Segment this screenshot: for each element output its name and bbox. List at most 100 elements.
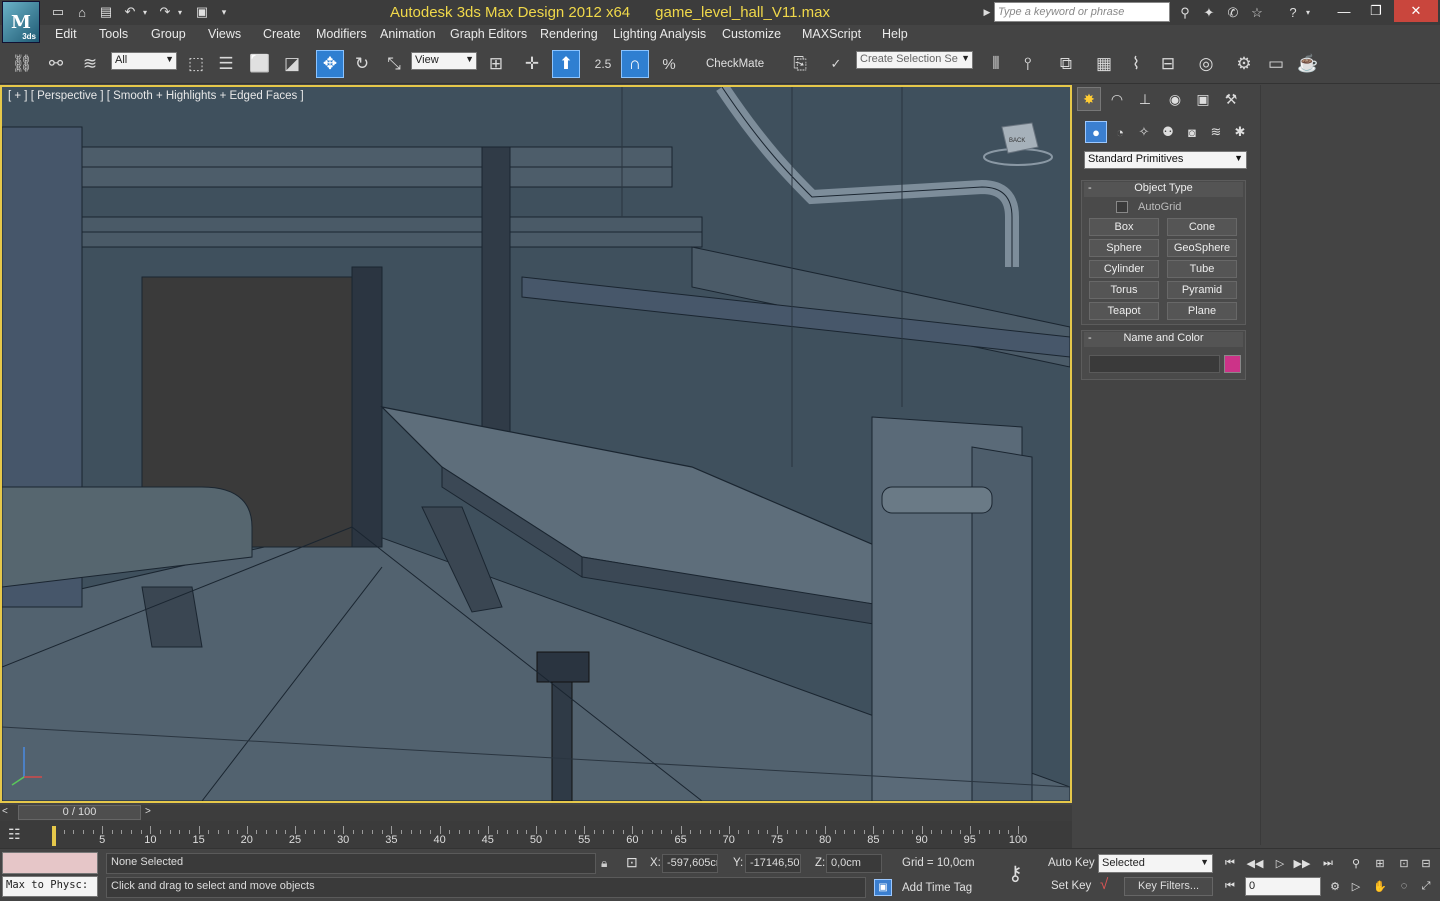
- window-crossing-icon[interactable]: ◪: [278, 50, 306, 78]
- help-dropdown-icon[interactable]: ▾: [1302, 3, 1314, 22]
- name-and-color-header[interactable]: - Name and Color: [1084, 332, 1243, 347]
- open-file-icon[interactable]: ⌂: [72, 3, 92, 21]
- undo-icon[interactable]: ↶: [120, 3, 140, 21]
- application-button[interactable]: M 3ds: [2, 1, 40, 43]
- select-and-move-icon[interactable]: ✥: [316, 50, 344, 78]
- object-type-header[interactable]: - Object Type: [1084, 182, 1243, 197]
- orbit-icon[interactable]: ◌: [1394, 877, 1414, 895]
- field-of-view-icon[interactable]: ▷: [1346, 877, 1366, 895]
- previous-key-icon[interactable]: ◀◀: [1245, 854, 1265, 872]
- autogrid-checkbox[interactable]: [1116, 201, 1128, 213]
- menu-graph-editors[interactable]: Graph Editors: [450, 27, 527, 41]
- time-slider[interactable]: [0, 805, 1072, 821]
- set-key-icon[interactable]: ⚷: [1008, 861, 1023, 886]
- layer-manager-icon[interactable]: ⧉: [1052, 50, 1080, 78]
- hierarchy-tab-icon[interactable]: ⊥: [1133, 87, 1157, 111]
- geosphere-button[interactable]: GeoSphere: [1167, 239, 1237, 257]
- curve-editor-icon[interactable]: ⌇: [1122, 50, 1150, 78]
- pan-view-icon[interactable]: ✋: [1370, 877, 1390, 895]
- shapes-icon[interactable]: ◔: [1109, 121, 1131, 143]
- angle-snap-icon[interactable]: ∩: [621, 50, 649, 78]
- next-frame-icon[interactable]: >: [145, 806, 151, 817]
- cameras-icon[interactable]: ⚉: [1157, 121, 1179, 143]
- selection-filter-dropdown[interactable]: All ▼: [111, 52, 177, 70]
- save-file-icon[interactable]: ▤: [96, 3, 116, 21]
- favorites-star-icon[interactable]: ☆: [1246, 3, 1268, 22]
- cylinder-button[interactable]: Cylinder: [1089, 260, 1159, 278]
- keyboard-shortcut-override-icon[interactable]: ⬆: [552, 50, 580, 78]
- subscription-center-icon[interactable]: ✦: [1198, 3, 1220, 22]
- menu-help[interactable]: Help: [882, 27, 908, 41]
- pyramid-button[interactable]: Pyramid: [1167, 281, 1237, 299]
- modify-tab-icon[interactable]: ◠: [1105, 87, 1129, 111]
- object-name-field[interactable]: [1089, 355, 1220, 373]
- spell-check-icon[interactable]: ✓: [822, 50, 850, 78]
- go-to-start-icon[interactable]: ⏮: [1220, 854, 1240, 872]
- close-icon[interactable]: ✕: [1394, 0, 1438, 22]
- key-mode-toggle-icon[interactable]: ⏮: [1220, 877, 1240, 895]
- mirror-icon[interactable]: ⫴: [982, 50, 1010, 78]
- tube-button[interactable]: Tube: [1167, 260, 1237, 278]
- current-frame-field[interactable]: 0: [1245, 877, 1321, 896]
- snaps-toggle-icon[interactable]: 2.5: [589, 50, 617, 78]
- schematic-view-icon[interactable]: ⊟: [1154, 50, 1182, 78]
- maximize-viewport-icon[interactable]: ⤢: [1416, 877, 1436, 895]
- y-coordinate-field[interactable]: -17146,50!: [745, 854, 801, 873]
- select-and-scale-icon[interactable]: ⤡: [380, 50, 408, 78]
- select-and-link-icon[interactable]: ⛓: [8, 50, 36, 78]
- use-pivot-center-icon[interactable]: ⊞: [482, 50, 510, 78]
- select-and-manipulate-icon[interactable]: ✛: [518, 50, 546, 78]
- utilities-tab-icon[interactable]: ⚒: [1219, 87, 1243, 111]
- menu-group[interactable]: Group: [151, 27, 186, 41]
- motion-tab-icon[interactable]: ◉: [1163, 87, 1187, 111]
- project-folder-icon[interactable]: ▣: [192, 3, 212, 21]
- curve-editor-mini-icon[interactable]: ☷: [8, 826, 34, 846]
- plane-button[interactable]: Plane: [1167, 302, 1237, 320]
- lights-icon[interactable]: ✧: [1133, 121, 1155, 143]
- minimize-icon[interactable]: —: [1330, 0, 1358, 22]
- rectangular-selection-icon[interactable]: ⬜: [246, 50, 274, 78]
- z-coordinate-field[interactable]: 0,0cm: [826, 854, 882, 873]
- edit-named-selections-icon[interactable]: ⎘: [786, 50, 814, 78]
- auto-key-button[interactable]: Auto Key: [1048, 857, 1095, 869]
- checkmate-button[interactable]: CheckMate: [706, 58, 764, 70]
- space-warps-icon[interactable]: ≋: [1205, 121, 1227, 143]
- new-file-icon[interactable]: ▭: [48, 3, 68, 21]
- menu-rendering[interactable]: Rendering: [540, 27, 598, 41]
- geometry-icon[interactable]: ●: [1085, 121, 1107, 143]
- infocenter-toggle-icon[interactable]: ▶: [981, 3, 993, 22]
- menu-lighting-analysis[interactable]: Lighting Analysis: [613, 27, 706, 41]
- menu-edit[interactable]: Edit: [55, 27, 77, 41]
- helpers-icon[interactable]: ◙: [1181, 121, 1203, 143]
- collapse-icon[interactable]: -: [1088, 182, 1092, 194]
- systems-icon[interactable]: ✱: [1229, 121, 1251, 143]
- zoom-icon[interactable]: ⚲: [1346, 854, 1366, 872]
- time-tag-icon[interactable]: ▣: [874, 879, 892, 896]
- previous-frame-icon[interactable]: <: [2, 806, 8, 817]
- selection-lock-icon[interactable]: 🔒︎: [601, 856, 607, 871]
- display-tab-icon[interactable]: ▣: [1191, 87, 1215, 111]
- maxscript-mini-listener[interactable]: Max to Physc:: [2, 876, 98, 897]
- named-selection-dropdown[interactable]: Create Selection Se ▼: [856, 51, 973, 69]
- x-coordinate-field[interactable]: -597,605cr: [662, 854, 718, 873]
- torus-button[interactable]: Torus: [1089, 281, 1159, 299]
- viewport-label[interactable]: [ + ] [ Perspective ] [ Smooth + Highlig…: [8, 90, 304, 102]
- select-object-icon[interactable]: ⬚: [182, 50, 210, 78]
- track-bar[interactable]: 5 10 15 20 25 30 35 40 45 50 55 60 65 70 75 80 85 90 95 100: [0, 821, 1072, 848]
- set-key-button[interactable]: Set Key: [1051, 880, 1091, 892]
- create-tab-icon[interactable]: ✸: [1077, 87, 1101, 111]
- time-configuration-icon[interactable]: ⚙: [1325, 877, 1345, 895]
- help-icon[interactable]: ?: [1282, 3, 1304, 22]
- bind-to-space-warp-icon[interactable]: ≋: [76, 50, 104, 78]
- object-category-dropdown[interactable]: Standard Primitives ▼: [1084, 151, 1247, 169]
- zoom-all-icon[interactable]: ⊞: [1370, 854, 1390, 872]
- select-and-rotate-icon[interactable]: ↻: [348, 50, 376, 78]
- menu-create[interactable]: Create: [263, 27, 301, 41]
- material-editor-icon[interactable]: ◎: [1192, 50, 1220, 78]
- collapse-icon[interactable]: -: [1088, 332, 1092, 344]
- teapot-button[interactable]: Teapot: [1089, 302, 1159, 320]
- add-time-tag-button[interactable]: Add Time Tag: [902, 882, 972, 894]
- object-color-swatch[interactable]: [1224, 355, 1241, 373]
- communication-center-icon[interactable]: ✆: [1222, 3, 1244, 22]
- time-slider-thumb[interactable]: 0 / 100: [18, 805, 141, 820]
